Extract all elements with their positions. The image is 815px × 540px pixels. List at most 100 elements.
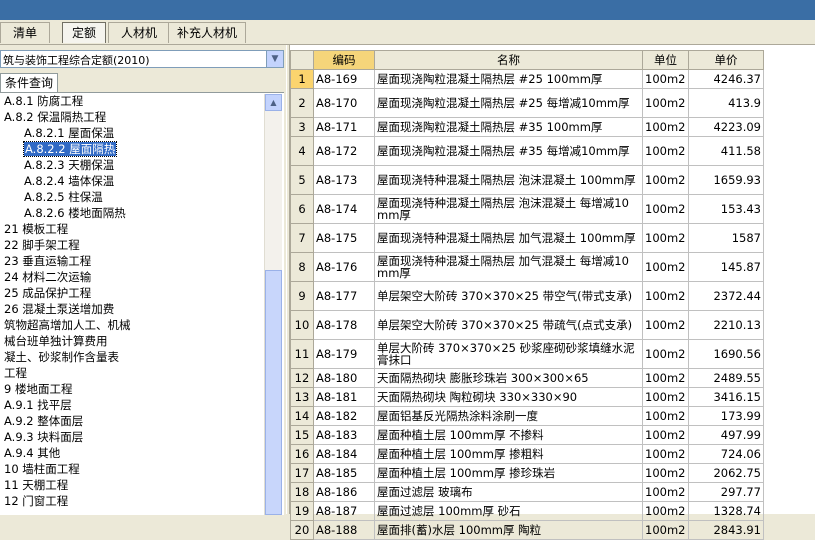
- tree-node[interactable]: 21 模板工程: [4, 221, 68, 237]
- table-row[interactable]: 11 A8-179 单层大阶砖 370×370×25 砂浆座砌砂浆填缝水泥膏抹口 10…: [290, 339, 764, 369]
- tree-node[interactable]: 10 墙柱面工程: [4, 461, 80, 477]
- table-row[interactable]: 7 A8-175 屋面现浇特种混凝土隔热层 加气混凝土 100mm厚 100m2 158…: [290, 223, 764, 253]
- unit-cell: 100m2: [642, 194, 689, 224]
- row-number-cell[interactable]: 16: [290, 444, 314, 464]
- tree-node[interactable]: A.8.2.5 柱保温: [24, 189, 103, 205]
- table-row[interactable]: 12 A8-180 天面隔热砌块 膨胀珍珠岩 300×300×65 100m2 2489…: [290, 368, 764, 388]
- row-number-cell[interactable]: 8: [290, 252, 314, 282]
- tree-node[interactable]: A.9.3 块料面层: [4, 429, 83, 445]
- table-row[interactable]: 15 A8-183 屋面种植土层 100mm厚 不掺料 100m2 497.99: [290, 425, 764, 445]
- table-row[interactable]: 3 A8-171 屋面现浇陶粒混凝土隔热层 #35 100mm厚 100m2 4223.…: [290, 117, 764, 137]
- tree-node[interactable]: 凝土、砂浆制作含量表: [4, 349, 119, 365]
- tree-node[interactable]: 11 天棚工程: [4, 477, 68, 493]
- scroll-up-icon[interactable]: ▲: [265, 94, 282, 111]
- tree-node[interactable]: A.9.4 其他: [4, 445, 60, 461]
- tree-node[interactable]: A.8.2 保温隔热工程: [4, 109, 106, 125]
- name-cell: 屋面排(蓄)水层 100mm厚 陶粒: [374, 520, 643, 540]
- name-column-header[interactable]: 名称: [374, 50, 643, 70]
- scroll-thumb[interactable]: [265, 270, 282, 515]
- unit-cell: 100m2: [642, 165, 689, 195]
- tree-node[interactable]: A.8.2.3 天棚保温: [24, 157, 114, 173]
- price-cell: 724.06: [688, 444, 764, 464]
- price-cell: 153.43: [688, 194, 764, 224]
- tab-quota[interactable]: 定额: [62, 22, 106, 43]
- row-number-cell[interactable]: 18: [290, 482, 314, 502]
- table-row[interactable]: 2 A8-170 屋面现浇陶粒混凝土隔热层 #25 每增减10mm厚 100m2 413…: [290, 88, 764, 118]
- table-row[interactable]: 9 A8-177 单层架空大阶砖 370×370×25 带空气(带式支承) 100m2…: [290, 281, 764, 311]
- name-cell: 单层大阶砖 370×370×25 砂浆座砌砂浆填缝水泥膏抹口: [374, 339, 643, 369]
- table-row[interactable]: 17 A8-185 屋面种植土层 100mm厚 掺珍珠岩 100m2 2062.75: [290, 463, 764, 483]
- tree-node[interactable]: A.9.2 整体面层: [4, 413, 83, 429]
- row-number-cell[interactable]: 9: [290, 281, 314, 311]
- tree-node-label: A.8.2.5 柱保温: [24, 190, 103, 204]
- tree-node-label: 凝土、砂浆制作含量表: [4, 350, 119, 364]
- tree-node[interactable]: A.8.2.2 屋面隔热: [22, 141, 118, 157]
- name-cell: 屋面现浇陶粒混凝土隔热层 #25 100mm厚: [374, 69, 643, 89]
- chevron-down-icon[interactable]: ▼: [266, 51, 283, 67]
- tab-labor-material-machine[interactable]: 人材机: [108, 22, 170, 43]
- table-row[interactable]: 19 A8-187 屋面过滤层 100mm厚 砂石 100m2 1328.74: [290, 501, 764, 521]
- row-number-cell[interactable]: 17: [290, 463, 314, 483]
- table-row[interactable]: 1 A8-169 屋面现浇陶粒混凝土隔热层 #25 100mm厚 100m2 4246.…: [290, 69, 764, 89]
- tree-node[interactable]: A.8.2.1 屋面保温: [24, 125, 114, 141]
- row-number-cell[interactable]: 20: [290, 520, 314, 540]
- tree-node[interactable]: 9 楼地面工程: [4, 381, 72, 397]
- code-column-header[interactable]: 编码: [313, 50, 375, 70]
- table-row[interactable]: 4 A8-172 屋面现浇陶粒混凝土隔热层 #35 每增减10mm厚 100m2 411…: [290, 136, 764, 166]
- tree-node-label: A.8.2.2 屋面隔热: [22, 141, 118, 157]
- tree-node[interactable]: 26 混凝土泵送增加费: [4, 301, 114, 317]
- tree-node[interactable]: 25 成品保护工程: [4, 285, 91, 301]
- unit-cell: 100m2: [642, 368, 689, 388]
- row-number-cell[interactable]: 3: [290, 117, 314, 137]
- tree-node[interactable]: 12 门窗工程: [4, 493, 68, 509]
- unit-cell: 100m2: [642, 406, 689, 426]
- tree-node[interactable]: A.8.1 防腐工程: [4, 93, 83, 109]
- table-row[interactable]: 5 A8-173 屋面现浇特种混凝土隔热层 泡沫混凝土 100mm厚 100m2 165…: [290, 165, 764, 195]
- price-column-header[interactable]: 单价: [688, 50, 764, 70]
- tree-node[interactable]: A.9.1 找平层: [4, 397, 72, 413]
- row-number-cell[interactable]: 7: [290, 223, 314, 253]
- row-number-cell[interactable]: 19: [290, 501, 314, 521]
- row-number-cell[interactable]: 12: [290, 368, 314, 388]
- row-number-cell[interactable]: 1: [290, 69, 314, 89]
- tab-condition-query[interactable]: 条件查询: [0, 73, 58, 92]
- table-row[interactable]: 6 A8-174 屋面现浇特种混凝土隔热层 泡沫混凝土 每增减10mm厚 100m2 1…: [290, 194, 764, 224]
- row-number-cell[interactable]: 6: [290, 194, 314, 224]
- row-number-cell[interactable]: 10: [290, 310, 314, 340]
- tab-supplementary-lmm[interactable]: 补充人材机: [168, 22, 246, 43]
- quota-library-select[interactable]: 筑与装饰工程综合定额(2010) ▼: [0, 50, 284, 68]
- table-row[interactable]: 10 A8-178 单层架空大阶砖 370×370×25 带疏气(点式支承) 100m…: [290, 310, 764, 340]
- table-row[interactable]: 16 A8-184 屋面种植土层 100mm厚 掺粗料 100m2 724.06: [290, 444, 764, 464]
- tree-node[interactable]: A.8.2.6 楼地面隔热: [24, 205, 126, 221]
- tree-node-label: A.9.4 其他: [4, 446, 61, 460]
- tree-node[interactable]: 筑物超高增加人工、机械: [4, 317, 131, 333]
- tab-bill[interactable]: 清单: [0, 22, 50, 43]
- unit-cell: 100m2: [642, 339, 689, 369]
- row-number-cell[interactable]: 14: [290, 406, 314, 426]
- price-cell: 297.77: [688, 482, 764, 502]
- table-row[interactable]: 14 A8-182 屋面铝基反光隔热涂料涂刷一度 100m2 173.99: [290, 406, 764, 426]
- row-number-cell[interactable]: 5: [290, 165, 314, 195]
- unit-column-header[interactable]: 单位: [642, 50, 689, 70]
- row-number-cell[interactable]: 13: [290, 387, 314, 407]
- price-cell: 1659.93: [688, 165, 764, 195]
- row-number-cell[interactable]: 4: [290, 136, 314, 166]
- tree-node[interactable]: A.8.2.4 墙体保温: [24, 173, 114, 189]
- name-cell: 屋面现浇陶粒混凝土隔热层 #35 100mm厚: [374, 117, 643, 137]
- tree-node[interactable]: 23 垂直运输工程: [4, 253, 91, 269]
- name-cell: 单层架空大阶砖 370×370×25 带空气(带式支承): [374, 281, 643, 311]
- row-number-cell[interactable]: 2: [290, 88, 314, 118]
- table-row[interactable]: 20 A8-188 屋面排(蓄)水层 100mm厚 陶粒 100m2 2843.91: [290, 520, 764, 540]
- row-number-cell[interactable]: 11: [290, 339, 314, 369]
- tree-scrollbar[interactable]: ▲: [264, 94, 282, 515]
- row-number-cell[interactable]: 15: [290, 425, 314, 445]
- tree-node[interactable]: 械台班单独计算费用: [4, 333, 108, 349]
- tree-node[interactable]: 工程: [4, 365, 27, 381]
- price-cell: 2210.13: [688, 310, 764, 340]
- quota-library-value: 筑与装饰工程综合定额(2010): [3, 54, 150, 67]
- table-row[interactable]: 8 A8-176 屋面现浇特种混凝土隔热层 加气混凝土 每增减10mm厚 100m2 1…: [290, 252, 764, 282]
- tree-node[interactable]: 24 材料二次运输: [4, 269, 91, 285]
- tree-node[interactable]: 22 脚手架工程: [4, 237, 80, 253]
- table-row[interactable]: 13 A8-181 天面隔热砌块 陶粒砌块 330×330×90 100m2 3416.…: [290, 387, 764, 407]
- table-row[interactable]: 18 A8-186 屋面过滤层 玻璃布 100m2 297.77: [290, 482, 764, 502]
